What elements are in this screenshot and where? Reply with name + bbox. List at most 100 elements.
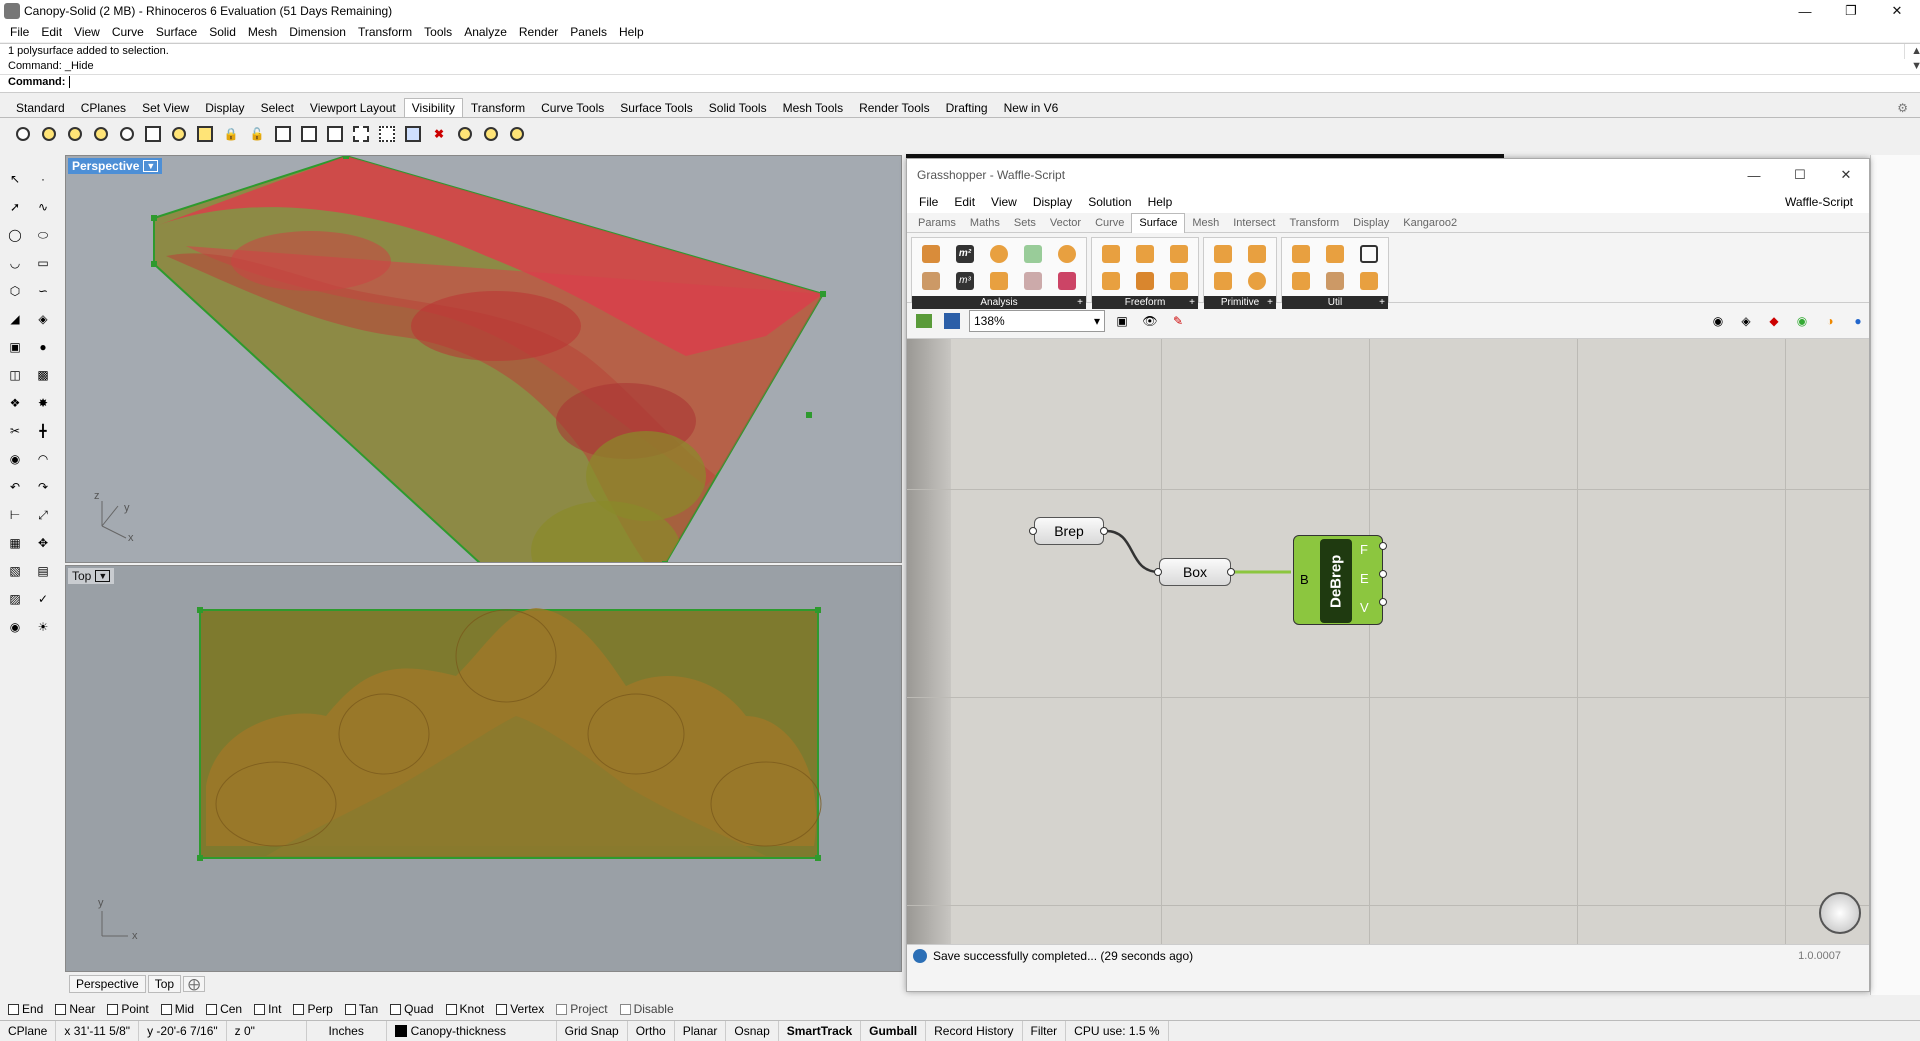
command-line[interactable]: Command: — [0, 74, 1920, 89]
status-gumball[interactable]: Gumball — [861, 1021, 927, 1041]
menu-transform[interactable]: Transform — [352, 25, 418, 39]
debrep-component[interactable]: B DeBrep F E V — [1293, 535, 1383, 625]
tab-cplanes[interactable]: CPlanes — [73, 98, 134, 117]
rectangle-icon[interactable]: ▭ — [32, 252, 54, 274]
wire-preview-icon[interactable]: ◈ — [1735, 310, 1757, 332]
gh-tab-maths[interactable]: Maths — [963, 217, 1007, 229]
mesh-icon[interactable]: ❖ — [4, 392, 26, 414]
gh-group-label[interactable]: Primitive — [1204, 296, 1276, 309]
cap-icon[interactable] — [1318, 240, 1352, 267]
bulb-show-icon[interactable] — [480, 123, 502, 145]
status-smarttrack[interactable]: SmartTrack — [779, 1021, 862, 1041]
gh-menu-edit[interactable]: Edit — [946, 195, 983, 209]
gh-canvas[interactable]: Brep Box B DeBrep F E V — [907, 339, 1869, 944]
plane-surface-icon[interactable] — [1206, 267, 1240, 294]
render-icon[interactable]: ◉ — [4, 616, 26, 638]
select-points-icon[interactable] — [350, 123, 372, 145]
rebuild-icon[interactable]: ↷ — [32, 476, 54, 498]
osnap-quad[interactable]: Quad — [390, 1002, 434, 1016]
sphere-icon[interactable]: ● — [32, 336, 54, 358]
extrude-icon[interactable] — [1162, 240, 1196, 267]
polygon-icon[interactable]: ⬡ — [4, 280, 26, 302]
gh-tab-transform[interactable]: Transform — [1282, 217, 1346, 229]
box-node[interactable]: Box — [1159, 558, 1231, 586]
surface-icon[interactable]: ◢ — [4, 308, 26, 330]
gh-tab-intersect[interactable]: Intersect — [1226, 217, 1282, 229]
status-cplane[interactable]: CPlane — [0, 1021, 57, 1041]
gh-menu-display[interactable]: Display — [1025, 195, 1080, 209]
dimension-icon[interactable]: ⊢ — [4, 504, 26, 526]
show-bulb-icon[interactable] — [12, 123, 34, 145]
gh-document-name[interactable]: Waffle-Script — [1777, 195, 1861, 209]
status-osnap[interactable]: Osnap — [726, 1021, 779, 1041]
preview-settings-icon[interactable]: ● — [1847, 310, 1869, 332]
lock-icon[interactable]: 🔒 — [220, 123, 242, 145]
add-viewport-icon[interactable]: ⨁ — [183, 976, 206, 992]
boolean-icon[interactable]: ◉ — [4, 448, 26, 470]
scale-icon[interactable]: ⤢ — [32, 504, 54, 526]
offset-icon[interactable]: ↶ — [4, 476, 26, 498]
menu-curve[interactable]: Curve — [106, 25, 150, 39]
status-grid-snap[interactable]: Grid Snap — [557, 1021, 628, 1041]
network-icon[interactable] — [1094, 267, 1128, 294]
status-layer[interactable]: Canopy-thickness — [387, 1021, 557, 1041]
gh-tab-vector[interactable]: Vector — [1043, 217, 1088, 229]
box-icon[interactable]: ▣ — [4, 336, 26, 358]
tab-select[interactable]: Select — [253, 98, 302, 117]
area-icon[interactable]: m² — [948, 240, 982, 267]
right-panel[interactable] — [1870, 155, 1920, 995]
viewport-label-top[interactable]: Top ▼ — [68, 568, 115, 584]
curvature-icon[interactable] — [1050, 267, 1084, 294]
menu-analyze[interactable]: Analyze — [458, 25, 513, 39]
viewport-top[interactable]: y x Top ▼ — [65, 565, 902, 972]
hide-swap-icon[interactable] — [64, 123, 86, 145]
viewport-label-perspective[interactable]: Perspective ▼ — [68, 158, 163, 174]
freeform-curve-icon[interactable]: ∽ — [32, 280, 54, 302]
cylinder-icon[interactable]: ◫ — [4, 364, 26, 386]
command-scrollbar[interactable]: ▲ ▼ — [1904, 44, 1920, 72]
fourpoint-icon[interactable] — [1094, 240, 1128, 267]
arc-icon[interactable]: ◡ — [4, 252, 26, 274]
close-icon[interactable]: ✕ — [1874, 0, 1920, 22]
chevron-down-icon[interactable]: ▾ — [1094, 314, 1100, 328]
points-off-x-icon[interactable]: ✖ — [428, 123, 450, 145]
selected-preview-icon[interactable]: ◉ — [1791, 310, 1813, 332]
chevron-down-icon[interactable]: ▼ — [143, 160, 159, 172]
osnap-disable[interactable]: Disable — [619, 1002, 674, 1016]
status-planar[interactable]: Planar — [675, 1021, 727, 1041]
point-inclusion-icon[interactable] — [982, 267, 1016, 294]
document-preview-icon[interactable]: ◑ — [1819, 310, 1841, 332]
minimize-icon[interactable]: — — [1782, 0, 1828, 22]
shaded-preview-icon[interactable]: ◆ — [1763, 310, 1785, 332]
gh-group-label[interactable]: Freeform — [1092, 296, 1198, 309]
eye-icon[interactable]: 👁 — [1139, 310, 1161, 332]
layer-icon[interactable]: ▤ — [32, 560, 54, 582]
rail-icon[interactable] — [1162, 267, 1196, 294]
viewport-tab-top[interactable]: Top — [147, 975, 182, 993]
osnap-cen[interactable]: Cen — [206, 1002, 242, 1016]
unlock-selected-icon[interactable] — [298, 123, 320, 145]
tab-surface-tools[interactable]: Surface Tools — [612, 98, 701, 117]
group-icon[interactable]: ▧ — [4, 560, 26, 582]
tab-curve-tools[interactable]: Curve Tools — [533, 98, 612, 117]
divide-domain-icon[interactable] — [1284, 240, 1318, 267]
osnap-vertex[interactable]: Vertex — [496, 1002, 544, 1016]
debrep-output-v[interactable]: V — [1360, 600, 1369, 615]
sphere-icon[interactable] — [1240, 267, 1274, 294]
menu-file[interactable]: File — [4, 25, 35, 39]
brep-closest-icon[interactable] — [1016, 240, 1050, 267]
flip-icon[interactable] — [1352, 267, 1386, 294]
cylinder-icon[interactable] — [1240, 240, 1274, 267]
menu-view[interactable]: View — [68, 25, 106, 39]
unlock-icon[interactable]: 🔓 — [246, 123, 268, 145]
gh-group-label[interactable]: Util — [1282, 296, 1388, 309]
navigation-widget[interactable] — [1819, 892, 1861, 934]
lock-swap-icon[interactable] — [272, 123, 294, 145]
surface-points-icon[interactable] — [1016, 267, 1050, 294]
sketch-icon[interactable]: ✎ — [1167, 310, 1189, 332]
restore-icon[interactable]: ❐ — [1828, 0, 1874, 22]
osnap-near[interactable]: Near — [55, 1002, 95, 1016]
brep-node[interactable]: Brep — [1034, 517, 1104, 545]
tab-set-view[interactable]: Set View — [134, 98, 197, 117]
chevron-up-icon[interactable]: ▲ — [1911, 44, 1920, 59]
